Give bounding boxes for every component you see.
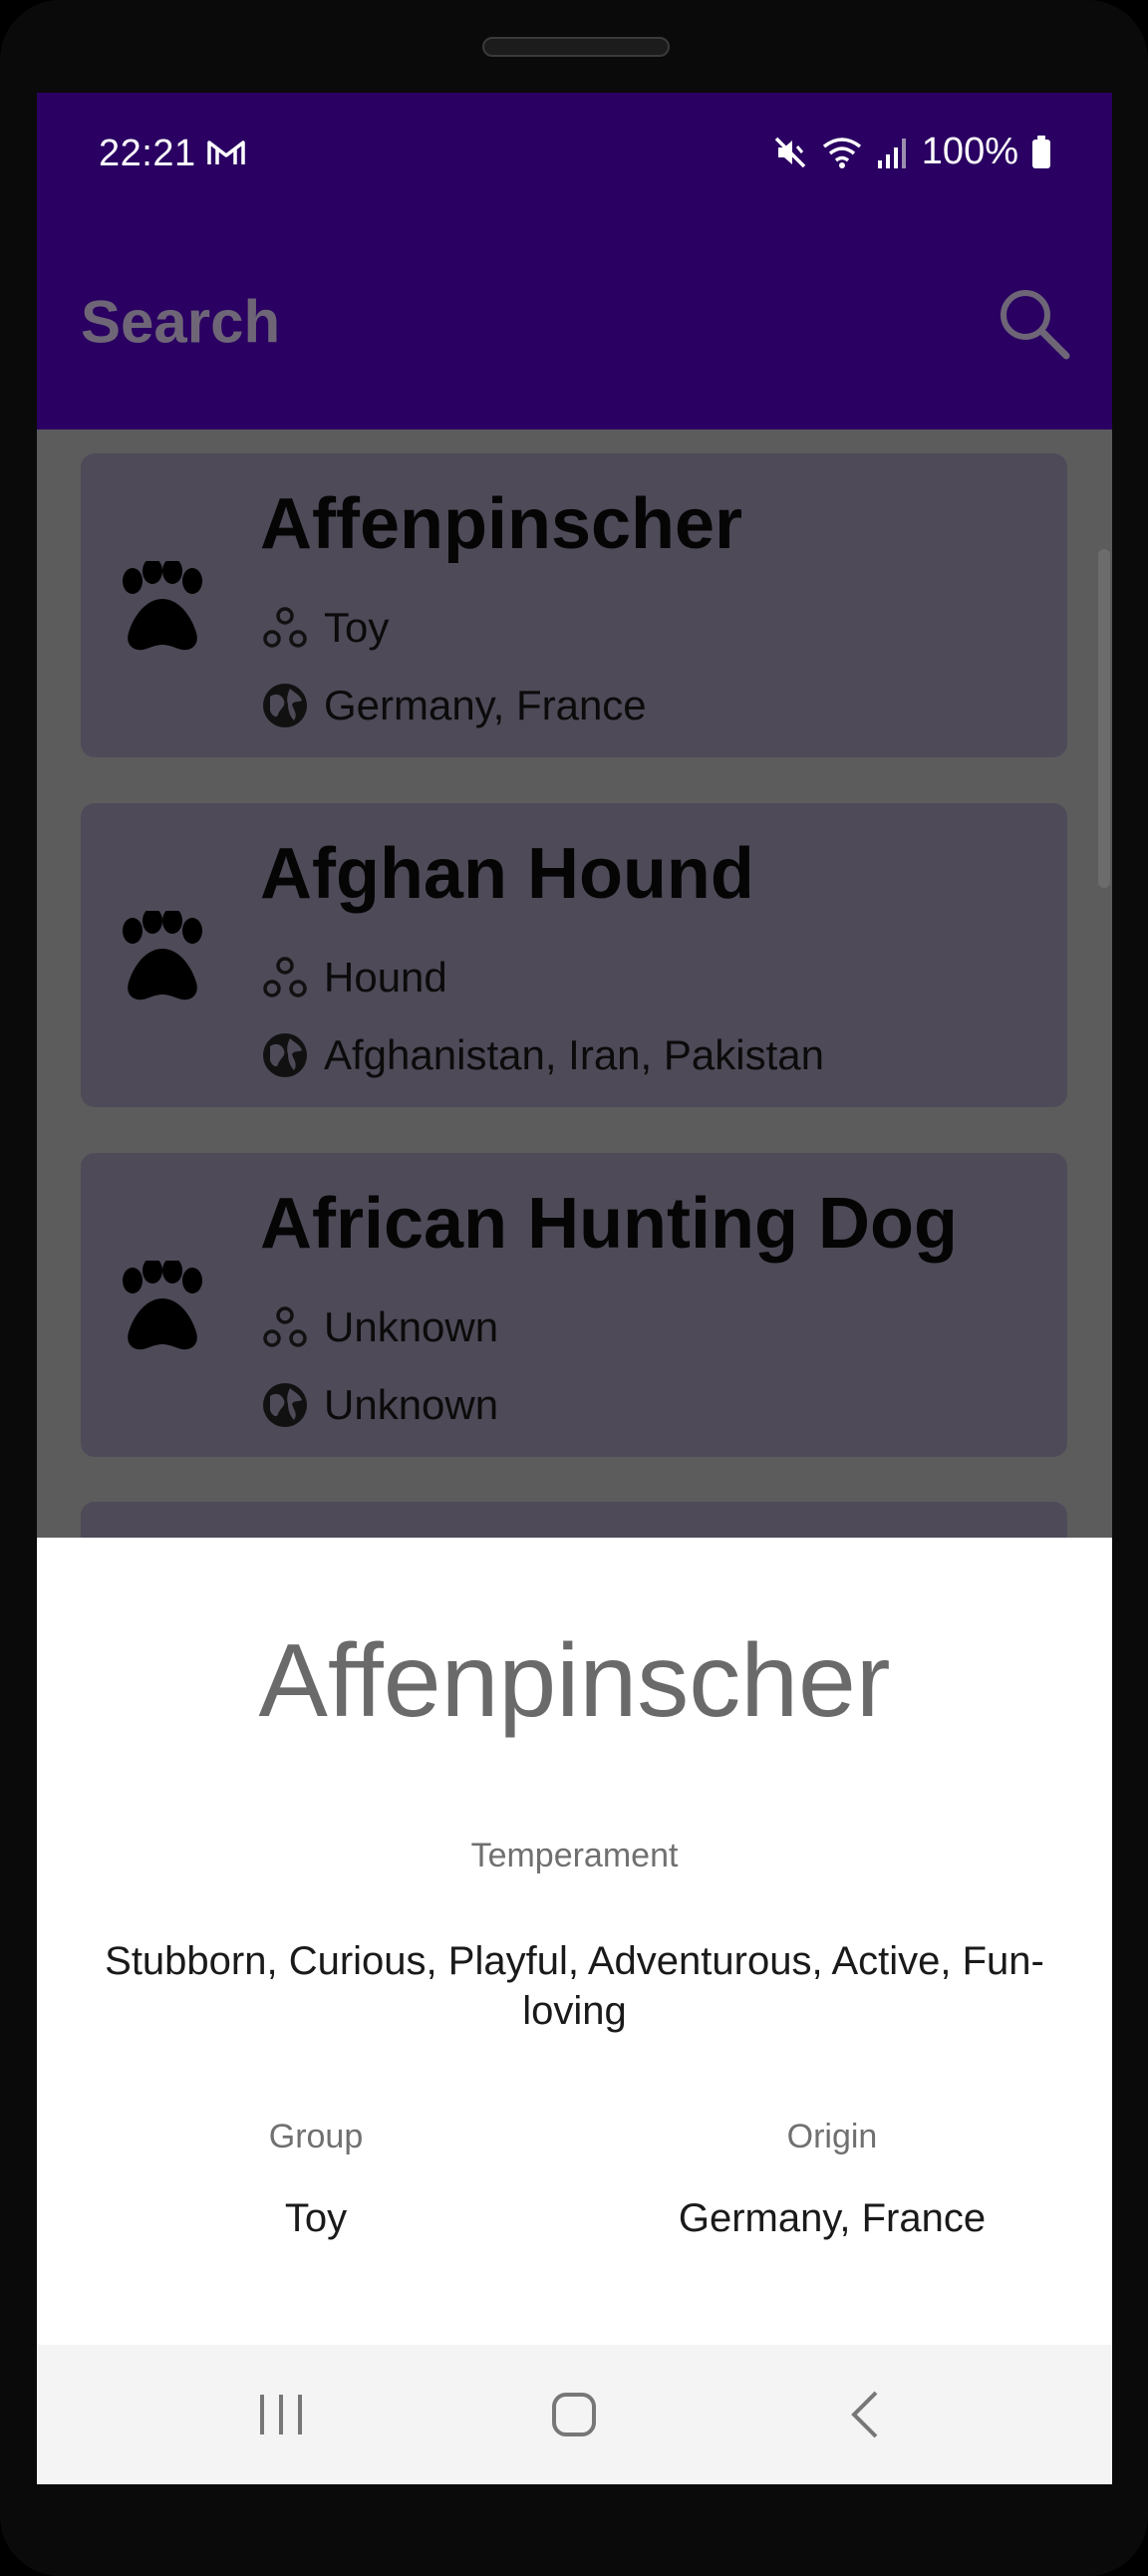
wifi-icon [822,137,861,168]
group-icon [263,1306,307,1347]
breed-name: Affenpinscher [260,484,743,564]
mute-icon [774,137,806,167]
signal-icon [877,138,906,168]
breed-group-row: Hound [260,953,447,1002]
group-icon [263,607,307,648]
breed-group-row: Unknown [260,1302,498,1352]
paw-icon [123,911,202,1001]
navigation-bar [37,2345,1112,2484]
temperament-value: Stubborn, Curious, Playful, Adventurous,… [105,1939,1044,2033]
breed-group: Toy [324,604,390,651]
earpiece-speaker [482,37,670,57]
search-icon[interactable] [993,282,1072,362]
breed-card[interactable]: Afghan Hound Hound Afghanistan, Iran, Pa… [81,803,1067,1107]
breed-origin-row: Germany, France [260,681,647,730]
globe-icon [263,1033,307,1077]
breed-card[interactable]: Affenpinscher Toy Germany, France [81,453,1067,757]
group-value: Toy [284,2196,348,2240]
origin-value: Germany, France [678,2196,987,2240]
breed-card[interactable]: African Hunting Dog Unknown Unknown [81,1153,1067,1457]
recents-icon[interactable] [246,2385,316,2444]
paw-icon [123,561,202,651]
battery-icon [1032,135,1050,168]
globe-icon [263,684,307,727]
breed-name: Afghan Hound [260,834,754,914]
breed-origin-row: Unknown [260,1380,498,1430]
group-column: Group Toy [57,2118,575,2241]
breed-detail-sheet: Affenpinscher Temperament Stubborn, Curi… [37,1538,1112,2345]
gmail-icon [207,141,245,164]
breed-group: Unknown [324,1303,499,1350]
breed-group: Hound [324,954,447,1001]
breed-origin: Germany, France [324,682,647,728]
breed-name: African Hunting Dog [260,1184,958,1264]
phone-frame: 22:21 100% Search Affenpinscher Toy Germ… [0,0,1148,2576]
battery-percent: 100% [921,131,1018,172]
search-field[interactable]: Search [81,288,280,357]
group-label: Group [268,2118,364,2155]
breed-origin-row: Afghanistan, Iran, Pakistan [260,1030,824,1080]
home-icon[interactable] [539,2385,609,2444]
breed-origin: Afghanistan, Iran, Pakistan [324,1031,824,1078]
origin-column: Origin Germany, France [573,2118,1091,2241]
status-time: 22:21 [99,133,196,174]
group-icon [263,957,307,998]
breed-origin: Unknown [324,1381,499,1428]
breed-group-row: Toy [260,603,389,653]
status-bar: 22:21 100% [37,93,1112,244]
top-app-bar: Search [37,244,1112,429]
back-icon[interactable] [832,2385,902,2444]
globe-icon [263,1383,307,1427]
status-icons: 100% [772,131,1052,173]
origin-label: Origin [786,2118,878,2155]
breed-card[interactable] [81,1502,1067,1538]
detail-title: Affenpinscher [258,1623,891,1739]
app-screen: 22:21 100% Search Affenpinscher Toy Germ… [37,93,1112,2484]
paw-icon [123,1261,202,1350]
scrollbar[interactable] [1098,549,1110,888]
breed-list: Affenpinscher Toy Germany, France Afghan… [37,429,1112,1538]
temperament-label: Temperament [470,1837,679,1874]
